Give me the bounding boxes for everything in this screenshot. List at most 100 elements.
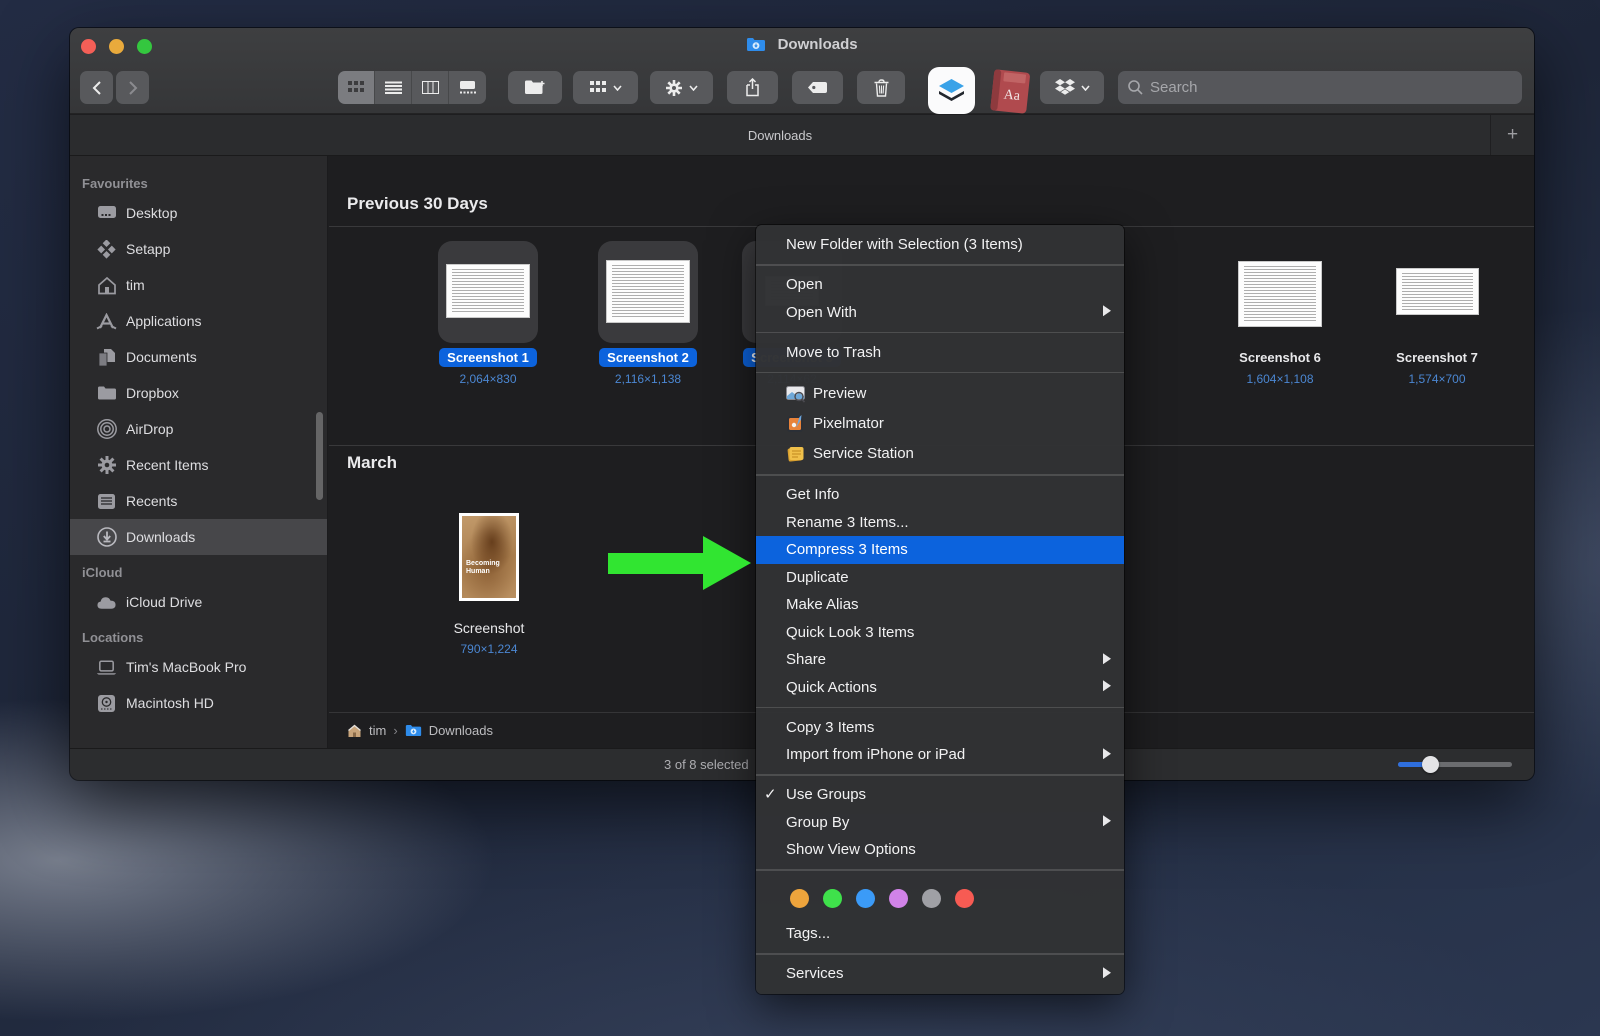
share-button[interactable] bbox=[727, 71, 778, 104]
chevron-down-icon bbox=[1080, 84, 1090, 91]
submenu-arrow-icon bbox=[1103, 809, 1111, 837]
search-input[interactable] bbox=[1150, 79, 1512, 96]
action-button[interactable] bbox=[650, 71, 713, 104]
menu-item-open-with[interactable]: Open With bbox=[756, 299, 1124, 327]
tag-button[interactable] bbox=[792, 71, 843, 104]
pixelmator-app-icon bbox=[786, 414, 805, 433]
menu-item-quick-actions[interactable]: Quick Actions bbox=[756, 674, 1124, 702]
share-icon bbox=[746, 78, 759, 97]
sidebar-item-recent-items[interactable]: Recent Items bbox=[70, 447, 327, 483]
sidebar-section-icloud: iCloud bbox=[82, 565, 123, 580]
menu-item-import-from-iphone[interactable]: Import from iPhone or iPad bbox=[756, 741, 1124, 769]
search-field[interactable] bbox=[1118, 71, 1522, 104]
checkmark-icon: ✓ bbox=[764, 786, 777, 803]
group-header-previous-30-days: Previous 30 Days bbox=[347, 194, 488, 213]
context-menu: New Folder with Selection (3 Items) Open… bbox=[756, 225, 1124, 994]
sidebar-item-desktop[interactable]: Desktop bbox=[70, 195, 327, 231]
menu-item-services[interactable]: Services bbox=[756, 960, 1124, 988]
tag-green[interactable] bbox=[823, 888, 842, 908]
menu-item-share[interactable]: Share bbox=[756, 646, 1124, 674]
menu-item-use-groups[interactable]: ✓ Use Groups bbox=[756, 781, 1124, 809]
applications-icon bbox=[96, 311, 117, 332]
tag-blue[interactable] bbox=[856, 888, 875, 908]
desktop-icon bbox=[96, 203, 117, 224]
sidebar-item-recents[interactable]: Recents bbox=[70, 483, 327, 519]
sidebar-item-applications[interactable]: Applications bbox=[70, 303, 327, 339]
menu-item-preview[interactable]: Preview bbox=[756, 379, 1124, 409]
view-switcher bbox=[338, 71, 486, 104]
dictionary-app-icon[interactable]: Aa bbox=[987, 67, 1032, 121]
sidebar-item-downloads[interactable]: Downloads bbox=[70, 519, 327, 555]
menu-item-quick-look[interactable]: Quick Look 3 Items bbox=[756, 619, 1124, 647]
zoom-slider[interactable] bbox=[1398, 756, 1512, 773]
recents-icon bbox=[96, 491, 117, 512]
menu-separator bbox=[756, 474, 1124, 476]
menu-item-group-by[interactable]: Group By bbox=[756, 809, 1124, 837]
back-button[interactable] bbox=[80, 71, 113, 104]
path-segment-downloads[interactable]: Downloads bbox=[429, 723, 493, 738]
new-tab-button[interactable]: + bbox=[1490, 115, 1534, 155]
desktop-wallpaper: Downloads Aa Search Downloads + Favourit… bbox=[0, 0, 1600, 1036]
tag-gray[interactable] bbox=[922, 888, 941, 908]
downloads-folder-icon bbox=[746, 37, 766, 56]
sidebar-item-macintosh-hd[interactable]: Macintosh HD bbox=[70, 685, 327, 721]
sidebar-item-airdrop[interactable]: AirDrop bbox=[70, 411, 327, 447]
tag-icon bbox=[808, 82, 827, 93]
tag-red[interactable] bbox=[955, 888, 974, 908]
sidebar-item-dropbox[interactable]: Dropbox bbox=[70, 375, 327, 411]
new-folder-button[interactable] bbox=[508, 71, 562, 104]
menu-item-open[interactable]: Open bbox=[756, 271, 1124, 299]
list-view-button[interactable] bbox=[375, 71, 412, 104]
setapp-app-icon[interactable] bbox=[928, 67, 975, 119]
column-view-button[interactable] bbox=[412, 71, 449, 104]
path-segment-home[interactable]: tim bbox=[369, 723, 386, 738]
preview-app-icon bbox=[786, 384, 806, 403]
menu-item-copy[interactable]: Copy 3 Items bbox=[756, 714, 1124, 742]
sidebar-scrollbar[interactable] bbox=[316, 412, 323, 500]
sidebar-item-macbook-pro[interactable]: Tim's MacBook Pro bbox=[70, 649, 327, 685]
tag-orange[interactable] bbox=[790, 888, 809, 908]
home-icon bbox=[96, 275, 117, 296]
dropbox-button[interactable] bbox=[1040, 71, 1104, 104]
forward-button[interactable] bbox=[116, 71, 149, 104]
dropbox-icon bbox=[1054, 79, 1075, 95]
tab-downloads[interactable]: Downloads bbox=[70, 115, 1490, 155]
zoom-slider-thumb[interactable] bbox=[1422, 756, 1439, 773]
grouping-button[interactable] bbox=[573, 71, 638, 104]
menu-item-show-view-options[interactable]: Show View Options bbox=[756, 836, 1124, 864]
sidebar-item-setapp[interactable]: Setapp bbox=[70, 231, 327, 267]
menu-item-move-to-trash[interactable]: Move to Trash bbox=[756, 339, 1124, 367]
gallery-view-button[interactable] bbox=[449, 71, 486, 104]
menu-separator bbox=[756, 264, 1124, 266]
tag-color-row bbox=[756, 876, 1124, 920]
downloads-folder-icon bbox=[405, 724, 421, 737]
window-title: Downloads bbox=[70, 36, 1534, 56]
menu-separator bbox=[756, 371, 1124, 373]
gear-icon bbox=[96, 455, 117, 476]
sidebar-section-locations: Locations bbox=[82, 630, 144, 645]
submenu-arrow-icon bbox=[1103, 741, 1111, 769]
menu-item-service-station[interactable]: Service Station bbox=[756, 439, 1124, 469]
tag-purple[interactable] bbox=[889, 888, 908, 908]
menu-separator bbox=[756, 953, 1124, 955]
menu-item-compress[interactable]: Compress 3 Items bbox=[756, 536, 1124, 564]
menu-separator bbox=[756, 706, 1124, 708]
icon-view-button[interactable] bbox=[338, 71, 375, 104]
sidebar-item-home[interactable]: tim bbox=[70, 267, 327, 303]
menu-item-new-folder-with-selection[interactable]: New Folder with Selection (3 Items) bbox=[756, 231, 1124, 259]
delete-button[interactable] bbox=[857, 71, 905, 104]
sidebar-item-icloud-drive[interactable]: iCloud Drive bbox=[70, 584, 327, 620]
menu-separator bbox=[756, 869, 1124, 871]
menu-item-duplicate[interactable]: Duplicate bbox=[756, 564, 1124, 592]
menu-item-tags[interactable]: Tags... bbox=[756, 920, 1124, 948]
hard-drive-icon bbox=[96, 693, 117, 714]
documents-icon bbox=[96, 347, 117, 368]
menu-item-rename[interactable]: Rename 3 Items... bbox=[756, 509, 1124, 537]
selection-status: 3 of 8 selected bbox=[664, 757, 749, 772]
airdrop-icon bbox=[96, 419, 117, 440]
laptop-icon bbox=[96, 657, 117, 678]
menu-item-get-info[interactable]: Get Info bbox=[756, 481, 1124, 509]
sidebar-item-documents[interactable]: Documents bbox=[70, 339, 327, 375]
menu-item-pixelmator[interactable]: Pixelmator bbox=[756, 409, 1124, 439]
menu-item-make-alias[interactable]: Make Alias bbox=[756, 591, 1124, 619]
